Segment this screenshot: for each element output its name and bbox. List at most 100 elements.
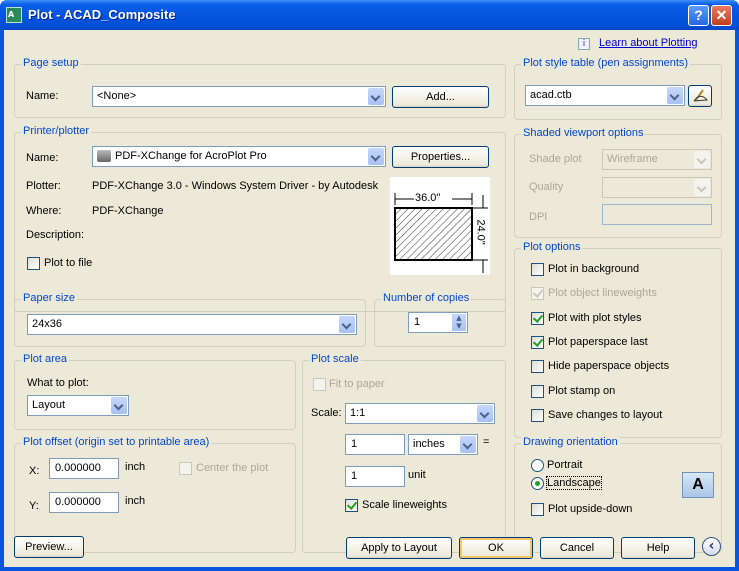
- center-plot-checkbox[interactable]: [179, 462, 192, 475]
- plot-option-checkbox[interactable]: [531, 360, 544, 374]
- plot-option-checkbox[interactable]: [531, 335, 544, 349]
- landscape-label: Landscape: [546, 476, 602, 490]
- plot-options-title: Plot options: [521, 241, 583, 253]
- printer-name-label: Name:: [26, 152, 59, 164]
- equals-sign: =: [483, 436, 490, 448]
- portrait-radio[interactable]: [531, 459, 544, 472]
- paper-size-value: 24x36: [32, 318, 62, 330]
- fit-to-paper-checkbox[interactable]: [313, 378, 326, 391]
- plot-area-title: Plot area: [21, 353, 70, 365]
- what-to-plot-dropdown[interactable]: Layout: [27, 395, 129, 416]
- what-to-plot-value: Layout: [32, 399, 66, 411]
- help-button[interactable]: Help: [621, 537, 695, 559]
- cancel-button[interactable]: Cancel: [540, 537, 614, 559]
- edit-plot-style-button[interactable]: [688, 85, 712, 107]
- chevron-down-icon[interactable]: [368, 148, 384, 165]
- offset-y-value: 0.000000: [55, 496, 101, 508]
- plotter-label: Plotter:: [26, 180, 61, 192]
- chevron-down-icon[interactable]: [694, 151, 710, 168]
- page-setup-name-dropdown[interactable]: <None>: [92, 86, 386, 107]
- plot-style-group: Plot style table (pen assignments) acad.…: [514, 57, 722, 120]
- plot-option-label: Save changes to layout: [548, 408, 663, 421]
- description-label: Description:: [26, 229, 85, 241]
- offset-y-input[interactable]: 0.000000: [49, 492, 119, 513]
- preview-width-label: 36.0": [415, 192, 441, 204]
- quality-dropdown[interactable]: [602, 177, 712, 198]
- printer-plotter-title: Printer/plotter: [21, 125, 92, 137]
- scale-lineweights-label: Scale lineweights: [362, 499, 447, 511]
- printer-name-value: PDF-XChange for AcroPlot Pro: [115, 150, 267, 162]
- plot-option-label: Hide paperspace objects: [548, 360, 670, 373]
- scale-dropdown[interactable]: 1:1: [345, 403, 495, 424]
- offset-x-input[interactable]: 0.000000: [49, 458, 119, 479]
- plot-option-label: Plot in background: [548, 263, 640, 275]
- printer-properties-button[interactable]: Properties...: [392, 146, 489, 168]
- plot-option-checkbox[interactable]: [531, 287, 544, 301]
- shade-plot-dropdown[interactable]: Wireframe: [602, 149, 712, 170]
- paper-size-dropdown[interactable]: 24x36: [27, 314, 357, 335]
- close-button[interactable]: ✕: [711, 5, 732, 26]
- title-bar[interactable]: A Plot - ACAD_Composite ? ✕: [0, 0, 739, 30]
- orientation-preview-icon: A: [682, 472, 714, 498]
- scale-unit-value: 1: [351, 470, 358, 482]
- plot-style-dropdown[interactable]: acad.ctb: [525, 85, 685, 106]
- preview-height-label: 24.0": [474, 219, 487, 245]
- chevron-down-icon[interactable]: [368, 88, 384, 105]
- pencil-edit-icon: [693, 89, 709, 102]
- add-page-setup-button[interactable]: Add...: [392, 86, 489, 108]
- copies-spinner[interactable]: 1 ▲ ▼: [408, 312, 468, 333]
- copies-title: Number of copies: [381, 292, 472, 304]
- help-title-button[interactable]: ?: [688, 5, 709, 26]
- chevron-down-icon[interactable]: [477, 405, 493, 422]
- scale-inches-input[interactable]: 1: [345, 434, 405, 455]
- drawing-orientation-title: Drawing orientation: [521, 436, 620, 448]
- page-setup-group: Page setup Name: <None> Add...: [14, 57, 506, 118]
- plot-option-label: Plot paperspace last: [548, 335, 648, 348]
- plot-option-checkbox[interactable]: [531, 311, 544, 325]
- chevron-down-icon[interactable]: [667, 87, 683, 104]
- printer-name-dropdown[interactable]: PDF-XChange for AcroPlot Pro: [92, 146, 386, 167]
- scale-inches-value: 1: [351, 438, 358, 450]
- printer-plotter-group: Printer/plotter Name: PDF-XChange for Ac…: [14, 125, 506, 312]
- scale-unit-input[interactable]: 1: [345, 466, 405, 487]
- plot-style-title: Plot style table (pen assignments): [521, 57, 691, 69]
- portrait-label: Portrait: [547, 459, 583, 471]
- scale-units-dropdown[interactable]: inches: [408, 434, 478, 455]
- apply-to-layout-button[interactable]: Apply to Layout: [346, 537, 452, 559]
- plot-option-label: Plot stamp on: [548, 384, 616, 397]
- page-setup-name-label: Name:: [26, 90, 59, 102]
- spinner-up-down-icon[interactable]: ▲ ▼: [452, 314, 466, 331]
- plot-offset-title: Plot offset (origin set to printable are…: [21, 436, 212, 448]
- plot-scale-title: Plot scale: [309, 353, 361, 365]
- chevron-down-icon[interactable]: [460, 436, 476, 453]
- plot-area-group: Plot area What to plot: Layout: [14, 353, 296, 430]
- plotter-value: PDF-XChange 3.0 - Windows System Driver …: [92, 180, 379, 192]
- offset-y-label: Y:: [29, 500, 39, 512]
- offset-x-value: 0.000000: [55, 462, 101, 474]
- copies-group: Number of copies 1 ▲ ▼: [374, 292, 506, 347]
- paper-preview: 36.0" 24.0": [390, 177, 490, 275]
- dpi-input[interactable]: [602, 204, 712, 225]
- plot-style-value: acad.ctb: [530, 89, 572, 101]
- where-label: Where:: [26, 205, 62, 217]
- chevron-down-icon[interactable]: [694, 179, 710, 196]
- landscape-radio[interactable]: [531, 477, 544, 490]
- chevron-down-icon[interactable]: [111, 397, 127, 414]
- shade-plot-value: Wireframe: [607, 153, 658, 165]
- plot-dialog: A Plot - ACAD_Composite ? ✕ i Learn abou…: [0, 0, 739, 571]
- learn-about-plotting-link[interactable]: Learn about Plotting: [599, 37, 697, 49]
- plot-option-checkbox[interactable]: [531, 408, 544, 422]
- ok-button[interactable]: OK: [459, 537, 533, 559]
- scale-value: 1:1: [350, 407, 366, 419]
- scale-lineweights-checkbox[interactable]: [345, 499, 358, 512]
- autocad-app-icon: A: [6, 7, 22, 23]
- plot-to-file-checkbox[interactable]: [27, 257, 40, 270]
- scale-unit-label: unit: [408, 469, 426, 481]
- chevron-down-icon[interactable]: [339, 316, 355, 333]
- preview-button[interactable]: Preview...: [14, 536, 84, 558]
- collapse-options-button[interactable]: ‹: [702, 537, 721, 556]
- plot-upside-down-checkbox[interactable]: [531, 503, 544, 516]
- plot-option-checkbox[interactable]: [531, 263, 544, 276]
- plot-option-checkbox[interactable]: [531, 384, 544, 398]
- dpi-label: DPI: [529, 211, 548, 223]
